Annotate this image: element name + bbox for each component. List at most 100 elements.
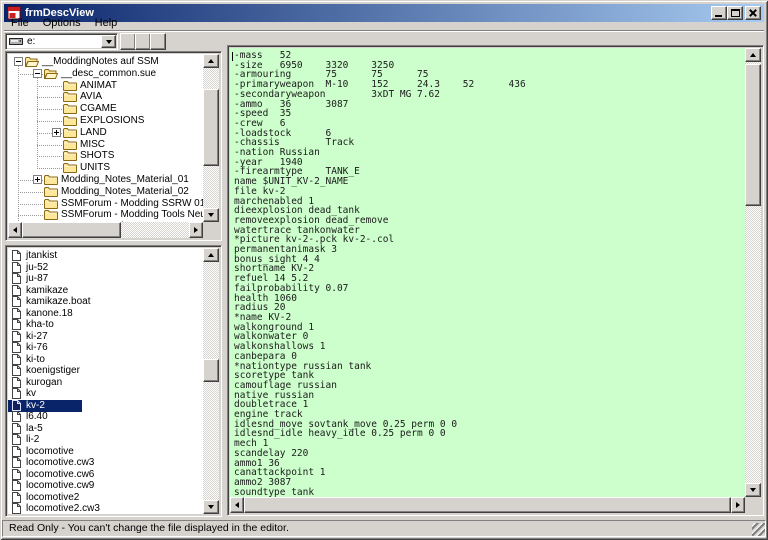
file-item[interactable]: kamikaze.boat (8, 296, 203, 308)
scroll-thumb[interactable] (203, 359, 219, 382)
folder-icon (63, 139, 77, 150)
collapse-icon[interactable] (14, 57, 23, 66)
folder-open-icon (25, 56, 39, 67)
tree-connector (37, 97, 63, 99)
tree-vertical-scrollbar[interactable] (203, 54, 219, 222)
file-item[interactable]: ki-27 (8, 330, 203, 343)
file-item-label: koenigstiger (26, 365, 80, 376)
drive-selector[interactable]: e: (5, 33, 118, 50)
tree-item-label: SSMForum - Modding Tools Neuanfang 01-Da (61, 209, 203, 221)
close-button[interactable] (745, 6, 761, 20)
scroll-up-button[interactable] (745, 48, 761, 62)
tree-item[interactable]: EXPLOSIONS (8, 115, 203, 127)
tree-item[interactable]: AVIA (8, 91, 203, 103)
tree-item-label: AVIA (80, 91, 103, 103)
file-item-label: locomotive.cw6 (26, 468, 95, 480)
folder-icon (44, 198, 58, 209)
toolbar-button-3[interactable] (150, 33, 166, 50)
tree-item[interactable]: SSMForum - Modding Tools Neuanfang 01-Da (8, 209, 203, 221)
minimize-button[interactable] (711, 6, 727, 20)
tree-content[interactable]: __ModdingNotes auf SSM __desc_common.sue A… (8, 54, 203, 222)
toolbar-button-2[interactable] (135, 33, 151, 50)
tree-horizontal-scrollbar[interactable] (8, 222, 203, 238)
file-item[interactable]: li-2 (8, 434, 203, 446)
resize-grip[interactable] (752, 523, 765, 536)
document-icon (12, 468, 21, 480)
file-item[interactable]: locomotive.cw6 (8, 468, 203, 481)
editor[interactable]: -mass 52 -size 6950 3320 3250 -armouring… (230, 48, 745, 497)
expand-icon[interactable] (33, 175, 42, 184)
editor-vertical-scrollbar[interactable] (745, 48, 761, 497)
tree-item-label: __ModdingNotes auf SSM (42, 56, 159, 67)
tree-item[interactable]: Modding_Notes_Material_01 (8, 174, 203, 186)
tree-item[interactable]: ANIMAT (8, 80, 203, 92)
file-item[interactable]: locomotive.cw3 (8, 457, 203, 469)
tree-item[interactable]: MISC (8, 139, 203, 151)
file-list-content[interactable]: jtankist ju-52 ju-87 kamikaze kamikaze.boat k… (8, 248, 203, 514)
tree-connector (18, 215, 44, 217)
tree-item[interactable]: SHOTS (8, 150, 203, 162)
file-item[interactable]: ki-76 (8, 342, 203, 354)
document-icon (12, 503, 21, 514)
tree-item[interactable]: __ModdingNotes auf SSM (8, 56, 203, 68)
maximize-button[interactable] (727, 6, 743, 20)
menu-item-help[interactable]: Help (88, 17, 125, 30)
file-item[interactable]: kurogan (8, 376, 203, 389)
file-item-selected[interactable]: kv-2 (8, 399, 203, 412)
expand-icon[interactable] (52, 127, 61, 137)
tree-connector (37, 168, 63, 170)
tree-connector (37, 85, 63, 87)
scroll-left-button[interactable] (230, 497, 244, 513)
scroll-right-button[interactable] (731, 497, 745, 513)
collapse-icon[interactable] (33, 68, 42, 78)
scroll-up-button[interactable] (203, 248, 219, 262)
scroll-up-button[interactable] (203, 54, 219, 68)
tree-item[interactable]: CGAME (8, 103, 203, 115)
tree-item[interactable]: UNITS (8, 162, 203, 174)
menu-item-file[interactable]: File (4, 17, 36, 30)
file-item[interactable]: kanone.18 (8, 307, 203, 320)
scroll-down-button[interactable] (745, 483, 761, 497)
file-item[interactable]: l6.40 (8, 411, 203, 423)
tree-item[interactable]: LAND (8, 127, 203, 139)
menu-separator (4, 30, 764, 32)
editor-text[interactable]: -mass 52 -size 6950 3320 3250 -armouring… (230, 48, 745, 497)
document-icon (12, 353, 21, 365)
file-item[interactable]: kv (8, 388, 203, 400)
tree-item[interactable]: Modding_Notes_Material_02 (8, 186, 203, 198)
file-item[interactable]: la-5 (8, 422, 203, 435)
file-item[interactable]: jtankist (8, 250, 203, 262)
file-item[interactable]: locomotive2 (8, 491, 203, 504)
scroll-thumb[interactable] (745, 64, 761, 206)
menu-item-options[interactable]: Options (36, 17, 88, 30)
scroll-down-button[interactable] (203, 500, 219, 514)
file-item[interactable]: ki-to (8, 353, 203, 366)
drive-value: e: (27, 36, 36, 47)
scroll-thumb[interactable] (22, 222, 121, 238)
file-item[interactable]: ju-52 (8, 261, 203, 274)
file-item-label: kanone.18 (26, 307, 73, 319)
tree-item[interactable]: __desc_common.sue (8, 68, 203, 80)
toolbar-button-1[interactable] (120, 33, 136, 50)
file-item[interactable]: locomotive (8, 445, 203, 458)
file-item[interactable]: kha-to (8, 319, 203, 331)
file-item[interactable]: locomotive.cw9 (8, 480, 203, 492)
tree-item[interactable]: SSMForum - Modding SSRW 01-Dateien (8, 198, 203, 210)
scroll-thumb[interactable] (244, 497, 731, 513)
file-item[interactable]: kamikaze (8, 284, 203, 297)
drive-dropdown-button[interactable] (101, 35, 116, 48)
file-item[interactable]: locomotive2.cw3 (8, 503, 203, 514)
file-item-label: locomotive.cw3 (26, 457, 95, 468)
scroll-thumb[interactable] (203, 89, 219, 166)
file-item-label: locomotive.cw9 (26, 480, 95, 491)
scroll-down-button[interactable] (203, 208, 219, 222)
file-item[interactable]: ju-87 (8, 273, 203, 285)
scroll-right-button[interactable] (189, 222, 203, 238)
scroll-left-button[interactable] (8, 222, 22, 238)
folder-icon (44, 209, 58, 221)
editor-horizontal-scrollbar[interactable] (230, 497, 745, 513)
document-icon (12, 273, 21, 284)
list-vertical-scrollbar[interactable] (203, 248, 219, 514)
file-item[interactable]: koenigstiger (8, 365, 203, 377)
document-icon (12, 330, 21, 342)
